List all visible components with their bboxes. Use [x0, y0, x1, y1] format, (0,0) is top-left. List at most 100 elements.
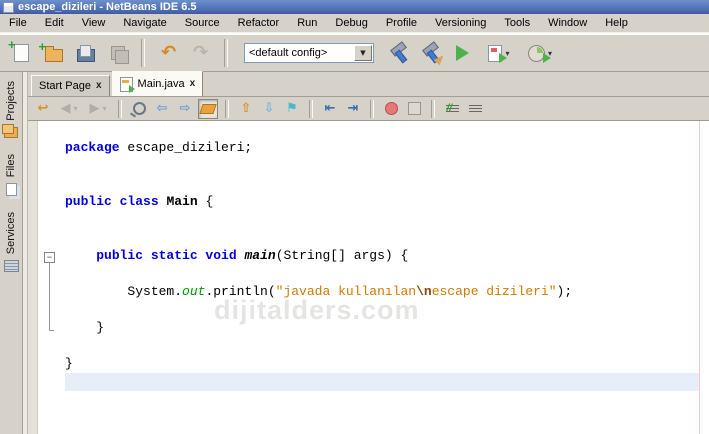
menu-item-profile[interactable]: Profile: [377, 15, 426, 31]
code-line: [65, 265, 699, 283]
editor-glyph-margin: [28, 121, 38, 434]
run-icon: [456, 45, 469, 61]
tab-close-icon[interactable]: x: [190, 79, 196, 89]
tab-label: Main.java: [138, 78, 185, 90]
projects-icon: [4, 127, 18, 138]
back-dropdown-icon: ▾: [73, 99, 77, 119]
build-project-button[interactable]: [385, 40, 412, 67]
combo-arrow-icon[interactable]: ▼: [354, 45, 372, 61]
menu-item-window[interactable]: Window: [539, 15, 596, 31]
sidebar-item-services[interactable]: Services: [0, 203, 22, 279]
jump-last-edit-button[interactable]: ↩: [33, 99, 53, 119]
build-hammer-icon: [389, 43, 409, 63]
highlight-search-icon: [199, 104, 216, 114]
forward-icon: ▶: [89, 99, 99, 119]
menu-item-help[interactable]: Help: [596, 15, 637, 31]
redo-button[interactable]: ↷: [187, 40, 214, 67]
menu-item-run[interactable]: Run: [288, 15, 326, 31]
document-tabbar: Start Page x Main.java x: [28, 72, 709, 97]
code-line: [65, 211, 699, 229]
fold-guide-line: [49, 263, 50, 330]
menubar: FileEditViewNavigateSourceRefactorRunDeb…: [0, 14, 709, 33]
toolbar-separator: [224, 39, 228, 67]
tab-main-java[interactable]: Main.java x: [112, 71, 204, 96]
find-next-icon: ⇨: [180, 99, 191, 119]
save-all-icon: [111, 46, 125, 60]
code-line: [65, 121, 699, 139]
code-line: [65, 337, 699, 355]
undo-button[interactable]: ↶: [155, 40, 182, 67]
menu-item-edit[interactable]: Edit: [36, 15, 73, 31]
open-project-icon: [77, 49, 95, 62]
files-icon: [6, 183, 17, 196]
back-button[interactable]: ◀ ▾: [56, 99, 82, 119]
next-bookmark-icon: ⇩: [264, 99, 275, 119]
next-bookmark-button[interactable]: ⇩: [259, 99, 279, 119]
toolbar-separator: [141, 39, 145, 67]
menu-item-versioning[interactable]: Versioning: [426, 15, 495, 31]
menu-item-tools[interactable]: Tools: [495, 15, 539, 31]
new-file-icon: +: [14, 44, 29, 62]
code-line: [65, 157, 699, 175]
editor-toolbar-separator: [309, 100, 313, 118]
code-editor[interactable]: dijitalders.com package escape_dizileri;…: [28, 121, 709, 434]
tab-close-icon[interactable]: x: [96, 81, 102, 91]
jump-last-edit-icon: ↩: [38, 99, 49, 119]
save-all-button[interactable]: [104, 40, 131, 67]
menu-item-debug[interactable]: Debug: [326, 15, 376, 31]
menu-item-navigate[interactable]: Navigate: [114, 15, 175, 31]
sidebar-item-label: Services: [5, 212, 17, 254]
code-line: public static void main(String[] args) {: [65, 247, 699, 265]
toggle-highlight-search-button[interactable]: [198, 99, 218, 119]
fold-guide-hook: [49, 330, 54, 331]
comment-button[interactable]: //: [442, 99, 462, 119]
find-previous-button[interactable]: ⇦: [152, 99, 172, 119]
stop-macro-recording-button[interactable]: [404, 99, 424, 119]
sidebar-item-projects[interactable]: Projects: [0, 72, 22, 145]
tab-start-page[interactable]: Start Page x: [31, 75, 110, 96]
sidebar-item-files[interactable]: Files: [0, 145, 22, 203]
new-project-icon: +: [45, 49, 63, 62]
find-icon: [133, 102, 146, 115]
menu-item-file[interactable]: File: [0, 15, 36, 31]
editor-toolbar: ↩ ◀ ▾ ▶ ▾ ⇦ ⇨ ⇧ ⇩ ⚑: [28, 97, 709, 121]
open-project-button[interactable]: [72, 40, 99, 67]
forward-dropdown-icon: ▾: [102, 99, 106, 119]
code-line: }: [65, 355, 699, 373]
find-next-button[interactable]: ⇨: [175, 99, 195, 119]
titlebar: escape_dizileri - NetBeans IDE 6.5: [0, 0, 709, 14]
fold-toggle-icon[interactable]: −: [44, 252, 55, 263]
new-project-button[interactable]: +: [40, 40, 67, 67]
shift-line-right-icon: ⇥: [348, 99, 359, 119]
uncomment-button[interactable]: [465, 99, 485, 119]
menu-item-source[interactable]: Source: [176, 15, 229, 31]
code-line: package escape_dizileri;: [65, 139, 699, 157]
code-line: [65, 175, 699, 193]
menu-item-refactor[interactable]: Refactor: [229, 15, 289, 31]
shift-line-left-button[interactable]: ⇤: [320, 99, 340, 119]
find-button[interactable]: [129, 99, 149, 119]
toggle-bookmark-button[interactable]: ⚑: [282, 99, 302, 119]
sidebar: ProjectsFiles Services: [0, 72, 22, 434]
start-macro-recording-button[interactable]: [381, 99, 401, 119]
stop-macro-icon: [408, 102, 421, 115]
editor-toolbar-separator: [431, 100, 435, 118]
new-file-button[interactable]: +: [8, 40, 35, 67]
clean-build-project-button[interactable]: [417, 40, 444, 67]
config-dropdown[interactable]: <default config> ▼: [244, 43, 374, 63]
undo-icon: ↶: [161, 44, 176, 62]
menu-item-view[interactable]: View: [73, 15, 115, 31]
debug-project-button[interactable]: ▾: [481, 40, 517, 67]
forward-button[interactable]: ▶ ▾: [85, 99, 111, 119]
previous-bookmark-button[interactable]: ⇧: [236, 99, 256, 119]
netbeans-logo-icon: [3, 2, 14, 13]
profile-icon: [528, 45, 545, 62]
shift-line-right-button[interactable]: ⇥: [343, 99, 363, 119]
right-margin-line: [699, 121, 700, 434]
window-title: escape_dizileri - NetBeans IDE 6.5: [18, 1, 197, 13]
run-project-button[interactable]: [449, 40, 476, 67]
editor-toolbar-separator: [370, 100, 374, 118]
tab-label: Start Page: [39, 80, 91, 92]
profile-project-button[interactable]: ▾: [522, 40, 558, 67]
main-toolbar: + + ↶ ↷ <default config> ▼: [0, 34, 709, 72]
